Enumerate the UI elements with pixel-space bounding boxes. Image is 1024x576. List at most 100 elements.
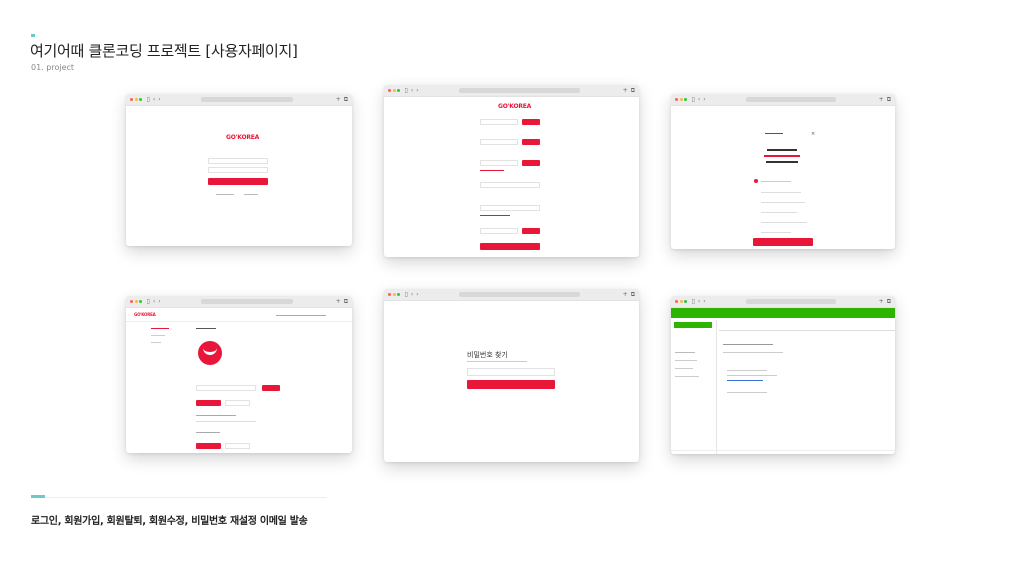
sidebar-icon[interactable]: ▯ — [405, 291, 408, 298]
forward-icon[interactable]: › — [703, 96, 705, 103]
folder-drafts[interactable] — [675, 368, 693, 369]
forward-icon[interactable]: › — [158, 96, 160, 103]
mail-reset-link[interactable] — [727, 380, 763, 381]
code-field[interactable] — [480, 139, 518, 145]
reason-line-4[interactable] — [761, 212, 797, 213]
browser-toolbar: ▯ ‹ › + ⧉ — [384, 85, 639, 97]
login-button[interactable] — [208, 178, 268, 185]
maximize-dot-icon[interactable] — [397, 89, 400, 92]
email-field[interactable] — [467, 368, 555, 376]
password-confirm-field[interactable] — [480, 205, 540, 211]
close-dot-icon[interactable] — [388, 89, 391, 92]
close-icon[interactable]: × — [811, 131, 815, 137]
back-icon[interactable]: ‹ — [698, 96, 700, 103]
phone-cancel-button[interactable] — [225, 443, 250, 449]
address-bar[interactable] — [458, 88, 580, 93]
email-field[interactable] — [208, 158, 268, 164]
signup-button[interactable] — [480, 243, 540, 250]
close-dot-icon[interactable] — [675, 300, 678, 303]
write-mail-button[interactable] — [674, 322, 712, 328]
back-icon[interactable]: ‹ — [153, 298, 155, 305]
forward-icon[interactable]: › — [158, 298, 160, 305]
address-bar[interactable] — [745, 97, 836, 102]
nickname-field[interactable] — [480, 228, 518, 234]
nickname-button[interactable] — [522, 228, 540, 234]
new-tab-icon[interactable]: + — [879, 96, 884, 103]
email-field[interactable] — [480, 160, 518, 166]
close-dot-icon[interactable] — [130, 98, 133, 101]
verify-button[interactable] — [522, 119, 540, 125]
new-tab-icon[interactable]: + — [336, 298, 341, 305]
send-email-button[interactable] — [467, 380, 555, 389]
sidebar-icon[interactable]: ▯ — [692, 96, 695, 103]
email-check-button[interactable] — [522, 160, 540, 166]
address-bar[interactable] — [745, 299, 836, 304]
sidebar-icon[interactable]: ▯ — [692, 298, 695, 305]
reason-line-1[interactable] — [761, 181, 791, 182]
minimize-dot-icon[interactable] — [134, 98, 138, 101]
nickname-check-button[interactable] — [262, 385, 280, 391]
tabs-icon[interactable]: ⧉ — [344, 96, 348, 103]
password-field[interactable] — [208, 167, 268, 173]
sidebar-icon[interactable]: ▯ — [147, 298, 150, 305]
minimize-dot-icon[interactable] — [679, 300, 683, 303]
close-dot-icon[interactable] — [130, 300, 133, 303]
side-menu-item-2[interactable] — [151, 335, 165, 336]
withdraw-button[interactable] — [753, 238, 813, 246]
nickname-field[interactable] — [196, 385, 256, 391]
save-button[interactable] — [196, 400, 221, 406]
tabs-icon[interactable]: ⧉ — [887, 298, 891, 305]
close-dot-icon[interactable] — [675, 98, 678, 101]
maximize-dot-icon[interactable] — [684, 98, 687, 101]
tabs-icon[interactable]: ⧉ — [887, 96, 891, 103]
minimize-dot-icon[interactable] — [134, 300, 138, 303]
folder-inbox[interactable] — [675, 352, 695, 353]
new-tab-icon[interactable]: + — [879, 298, 884, 305]
close-dot-icon[interactable] — [388, 293, 391, 296]
cancel-button[interactable] — [225, 400, 250, 406]
signup-link-underline[interactable] — [216, 194, 234, 195]
confirm-button[interactable] — [522, 139, 540, 145]
folder-spam[interactable] — [675, 376, 699, 377]
maximize-dot-icon[interactable] — [139, 300, 142, 303]
avatar[interactable] — [198, 341, 222, 365]
reason-line-5[interactable] — [761, 222, 807, 223]
tabs-icon[interactable]: ⧉ — [631, 291, 635, 298]
window-signup: ▯ ‹ › + ⧉ GO'KOREA — [384, 85, 639, 257]
forward-icon[interactable]: › — [416, 87, 418, 94]
maximize-dot-icon[interactable] — [684, 300, 687, 303]
minimize-dot-icon[interactable] — [679, 98, 683, 101]
side-menu-item-3[interactable] — [151, 342, 161, 343]
maximize-dot-icon[interactable] — [397, 293, 400, 296]
sidebar-icon[interactable]: ▯ — [405, 87, 408, 94]
tabs-icon[interactable]: ⧉ — [344, 298, 348, 305]
forward-icon[interactable]: › — [416, 291, 418, 298]
address-bar[interactable] — [200, 97, 293, 102]
tabs-icon[interactable]: ⧉ — [631, 87, 635, 94]
new-tab-icon[interactable]: + — [336, 96, 341, 103]
back-icon[interactable]: ‹ — [411, 291, 413, 298]
reason-line-3[interactable] — [761, 202, 805, 203]
find-password-link-underline[interactable] — [244, 194, 258, 195]
password-field[interactable] — [480, 182, 540, 188]
address-bar[interactable] — [200, 299, 293, 304]
folder-sent[interactable] — [675, 360, 697, 361]
back-icon[interactable]: ‹ — [153, 96, 155, 103]
new-tab-icon[interactable]: + — [623, 87, 628, 94]
new-tab-icon[interactable]: + — [623, 291, 628, 298]
radio-icon[interactable] — [754, 179, 758, 183]
back-icon[interactable]: ‹ — [411, 87, 413, 94]
minimize-dot-icon[interactable] — [392, 293, 396, 296]
forward-icon[interactable]: › — [703, 298, 705, 305]
phone-field[interactable] — [480, 119, 518, 125]
maximize-dot-icon[interactable] — [139, 98, 142, 101]
top-nav-line[interactable] — [276, 315, 326, 316]
reason-line-2[interactable] — [761, 192, 801, 193]
address-bar[interactable] — [458, 292, 580, 297]
side-menu-active[interactable] — [151, 328, 169, 329]
sidebar-icon[interactable]: ▯ — [147, 96, 150, 103]
phone-edit-button[interactable] — [196, 443, 221, 449]
back-icon[interactable]: ‹ — [698, 298, 700, 305]
reason-line-6[interactable] — [761, 232, 791, 233]
minimize-dot-icon[interactable] — [392, 89, 396, 92]
